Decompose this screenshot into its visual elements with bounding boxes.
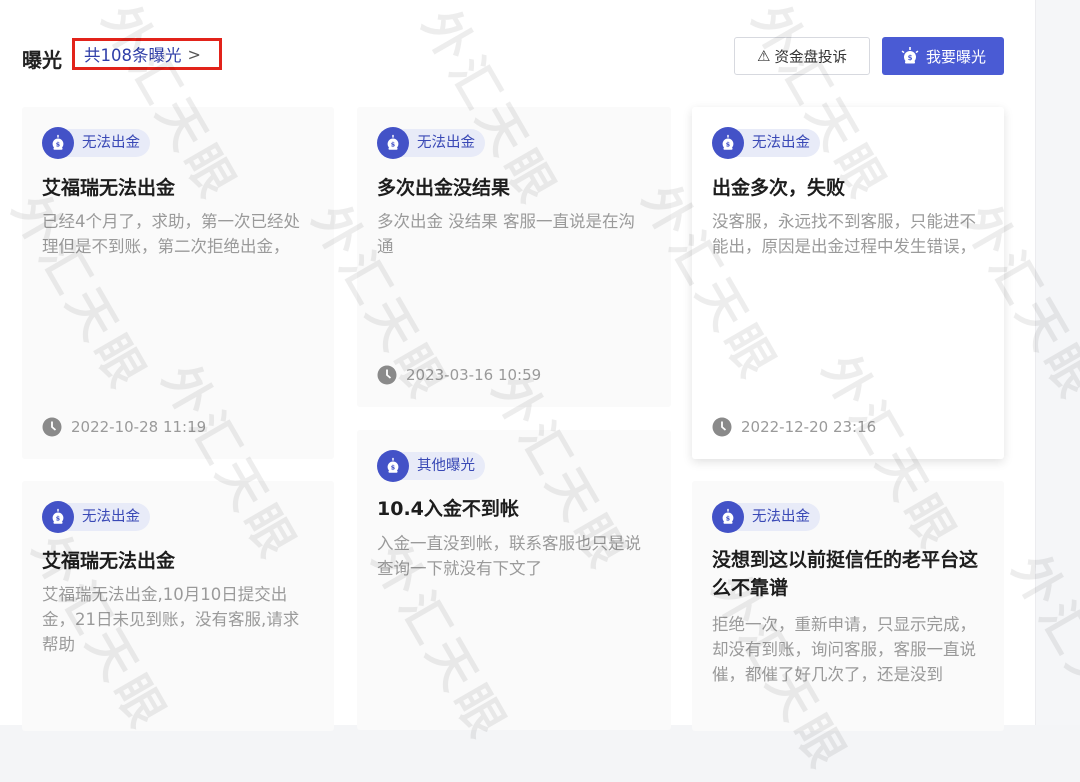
clock-icon [377, 365, 397, 385]
svg-text:$: $ [56, 516, 60, 523]
expose-button-label: 我要曝光 [925, 47, 986, 66]
card-title: 10.4入金不到帐 [377, 498, 519, 520]
category-tag: $ 其他曝光 [377, 449, 485, 483]
exposure-card[interactable]: $ 其他曝光 10.4入金不到帐 入金一直没到帐，联系客服也只是说查询一下就没有… [357, 430, 671, 730]
category-tag: $ 无法出金 [42, 126, 150, 160]
page-background-strip [1036, 0, 1080, 725]
card-time-label: 2023-03-16 10:59 [406, 366, 542, 384]
category-tag: $ 无法出金 [377, 126, 485, 160]
card-title: 艾福瑞无法出金 [42, 550, 176, 572]
card-title: 没想到这以前挺信任的老平台这么不靠谱 [712, 549, 979, 599]
chevron-right-icon: > [187, 44, 201, 64]
exposure-count-label: 共108条曝光 [84, 46, 182, 65]
complaint-button-label: 资金盘投诉 [774, 49, 847, 66]
expose-button[interactable]: $ 我要曝光 [882, 37, 1004, 75]
exposure-count-link[interactable]: 共108条曝光 > [72, 38, 222, 70]
exposure-card[interactable]: $ 无法出金 没想到这以前挺信任的老平台这么不靠谱 拒绝一次，重新申请，只显示完… [692, 481, 1004, 731]
clock-icon [42, 417, 62, 437]
exposure-card[interactable]: $ 无法出金 艾福瑞无法出金 已经4个月了，求助，第一次已经处理但是不到账，第二… [22, 107, 334, 459]
alarm-icon: $ [377, 127, 409, 159]
card-title: 多次出金没结果 [377, 177, 511, 199]
card-timestamp: 2022-12-20 23:16 [712, 417, 876, 437]
card-description: 多次出金 没结果 客服一直说是在沟通 [377, 212, 635, 256]
svg-text:$: $ [726, 142, 730, 149]
alarm-icon: $ [712, 127, 744, 159]
clock-icon [712, 417, 732, 437]
alarm-icon: $ [900, 46, 920, 66]
card-description: 入金一直没到帐，联系客服也只是说查询一下就没有下文了 [377, 534, 641, 578]
warning-icon: ⚠ [757, 47, 771, 65]
card-description: 艾福瑞无法出金,10月10日提交出金，21日未见到账，没有客服,请求帮助 [42, 585, 300, 654]
category-tag: $ 无法出金 [712, 126, 820, 160]
card-timestamp: 2023-03-16 10:59 [377, 365, 541, 385]
svg-text:$: $ [391, 465, 395, 472]
svg-text:$: $ [726, 516, 730, 523]
card-description: 没客服，永远找不到客服，只能进不能出，原因是出金过程中发生错误， [712, 212, 976, 256]
card-title: 艾福瑞无法出金 [42, 177, 176, 199]
exposure-card[interactable]: $ 无法出金 艾福瑞无法出金 艾福瑞无法出金,10月10日提交出金，21日未见到… [22, 481, 334, 731]
page-title: 曝光 [22, 48, 62, 72]
card-timestamp: 2022-10-28 11:19 [42, 417, 206, 437]
exposure-card[interactable]: $ 无法出金 多次出金没结果 多次出金 没结果 客服一直说是在沟通 2023-0… [357, 107, 671, 407]
category-tag: $ 无法出金 [42, 500, 150, 534]
card-time-label: 2022-12-20 23:16 [741, 418, 877, 436]
card-time-label: 2022-10-28 11:19 [71, 418, 207, 436]
fund-scheme-complaint-button[interactable]: ⚠ 资金盘投诉 [734, 37, 870, 75]
alarm-icon: $ [712, 501, 744, 533]
card-description: 拒绝一次，重新申请，只显示完成，却没有到账，询问客服，客服一直说催，都催了好几次… [712, 615, 976, 684]
card-title: 出金多次，失败 [712, 177, 846, 199]
alarm-icon: $ [377, 450, 409, 482]
svg-text:$: $ [56, 142, 60, 149]
alarm-icon: $ [42, 501, 74, 533]
card-description: 已经4个月了，求助，第一次已经处理但是不到账，第二次拒绝出金， [42, 212, 300, 256]
svg-text:$: $ [391, 142, 395, 149]
exposure-panel: 曝光 共108条曝光 > ⚠ 资金盘投诉 $ 我要曝光 $ 无法出金 艾福瑞无法… [0, 0, 1036, 731]
svg-text:$: $ [908, 54, 913, 62]
exposure-card[interactable]: $ 无法出金 出金多次，失败 没客服，永远找不到客服，只能进不能出，原因是出金过… [692, 107, 1004, 459]
alarm-icon: $ [42, 127, 74, 159]
category-tag: $ 无法出金 [712, 500, 820, 534]
